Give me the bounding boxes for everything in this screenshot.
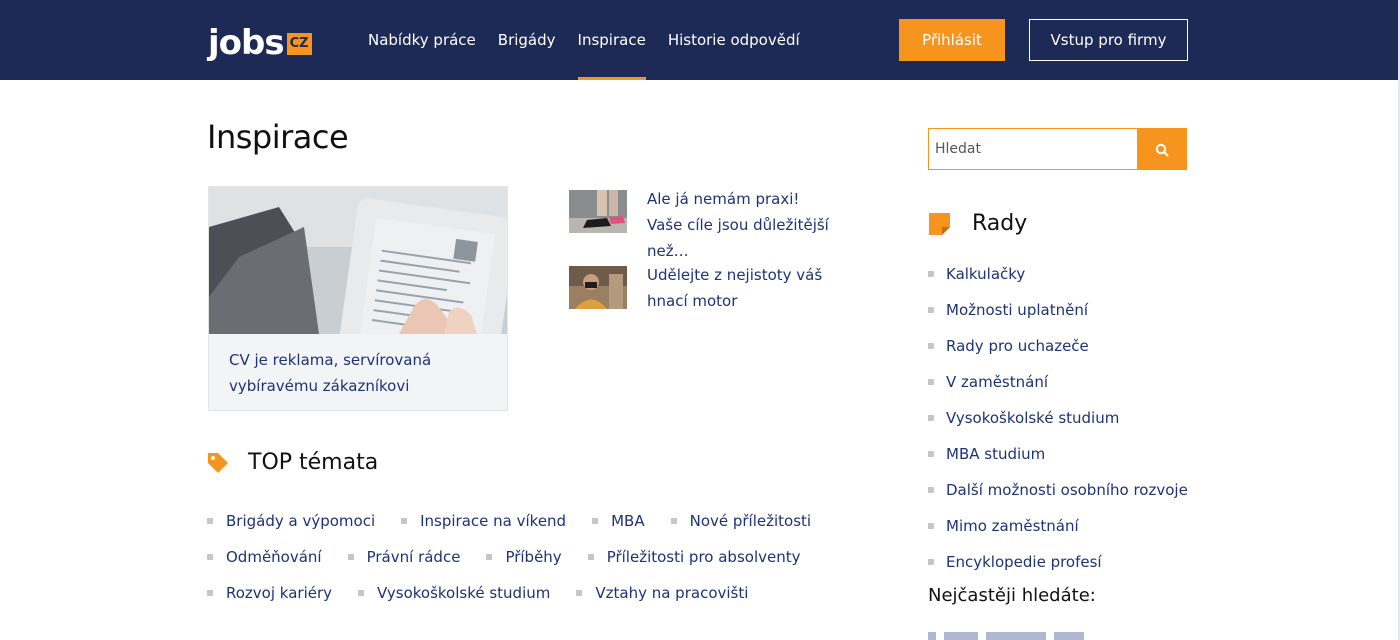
topic-label: Brigády a výpomoci — [226, 512, 376, 530]
main-nav: Nabídky práce Brigády Inspirace Historie… — [368, 0, 822, 80]
topic-label: Právní rádce — [366, 548, 461, 566]
topic-link[interactable]: Odměňování — [207, 548, 322, 566]
nav-item-historie-odpovedi[interactable]: Historie odpovědí — [668, 0, 800, 80]
bullet-icon — [928, 271, 934, 277]
side-article-title[interactable]: Ale já nemám praxi! Vaše cíle jsou důlež… — [647, 186, 837, 264]
bullet-icon — [928, 343, 934, 349]
side-article[interactable]: Ale já nemám praxi! Vaše cíle jsou důlež… — [569, 186, 829, 260]
top-topics-header: TOP témata — [207, 450, 378, 475]
nav-item-nabidky-prace[interactable]: Nabídky práce — [368, 0, 476, 80]
topic-label: Vysokoškolské studium — [377, 584, 551, 602]
search-icon — [1155, 142, 1169, 157]
login-button[interactable]: Přihlásit — [899, 19, 1005, 61]
bullet-icon — [401, 518, 408, 524]
topic-label: Nové příležitosti — [689, 512, 812, 530]
bullet-icon — [592, 518, 599, 524]
featured-article-card[interactable]: CV je reklama, servírovaná vybíravému zá… — [208, 186, 508, 411]
topic-link[interactable]: Inspirace na víkend — [401, 512, 566, 530]
topic-link[interactable]: Příležitosti pro absolventy — [587, 548, 801, 566]
firms-entry-button[interactable]: Vstup pro firmy — [1029, 19, 1188, 61]
top-topics-list: Brigády a výpomoci Inspirace na víkend M… — [207, 503, 847, 611]
rady-item-kalkulacky[interactable]: Kalkulačky — [928, 256, 1188, 292]
nav-item-brigady[interactable]: Brigády — [498, 0, 556, 80]
topic-link[interactable]: Právní rádce — [347, 548, 461, 566]
topic-row: Rozvoj kariéry Vysokoškolské studium Vzt… — [207, 575, 847, 611]
rady-title: Rady — [972, 211, 1028, 236]
rady-item-encyklopedie-profesi[interactable]: Encyklopedie profesí — [928, 544, 1188, 580]
topic-link[interactable]: Nové příležitosti — [670, 512, 812, 530]
rady-item-rady-pro-uchazece[interactable]: Rady pro uchazeče — [928, 328, 1188, 364]
most-searched-list-cutoff — [928, 632, 1084, 640]
rady-item-label: Rady pro uchazeče — [946, 337, 1089, 355]
bullet-icon — [928, 415, 934, 421]
top-navigation-bar: jobs CZ Nabídky práce Brigády Inspirace … — [0, 0, 1398, 80]
search-button[interactable] — [1137, 128, 1187, 170]
rady-icon — [929, 212, 950, 235]
bullet-icon — [207, 518, 213, 524]
topic-row: Brigády a výpomoci Inspirace na víkend M… — [207, 503, 847, 539]
topic-link[interactable]: Brigády a výpomoci — [207, 512, 375, 530]
article-thumbnail — [569, 190, 627, 233]
bullet-icon — [587, 554, 594, 560]
rady-item-label: Možnosti uplatnění — [946, 301, 1088, 319]
rady-item-label: Další možnosti osobního rozvoje — [946, 481, 1188, 499]
bullet-icon — [670, 518, 677, 524]
topic-link[interactable]: MBA — [592, 512, 645, 530]
top-topics-title: TOP témata — [248, 450, 379, 475]
rady-item-v-zamestnani[interactable]: V zaměstnání — [928, 364, 1188, 400]
bullet-icon — [358, 590, 365, 596]
search-bar — [928, 128, 1187, 170]
bullet-icon — [928, 379, 934, 385]
rady-item-moznosti-uplatneni[interactable]: Možnosti uplatnění — [928, 292, 1188, 328]
nav-item-inspirace[interactable]: Inspirace — [577, 0, 647, 80]
bullet-icon — [928, 451, 934, 457]
topic-label: Vztahy na pracovišti — [595, 584, 749, 602]
featured-article-title[interactable]: CV je reklama, servírovaná vybíravému zá… — [229, 347, 489, 399]
bullet-icon — [928, 559, 934, 565]
rady-item-label: Kalkulačky — [946, 265, 1026, 283]
logo-badge: CZ — [286, 33, 312, 55]
bullet-icon — [928, 307, 934, 313]
topic-label: Rozvoj kariéry — [226, 584, 333, 602]
rady-item-mba-studium[interactable]: MBA studium — [928, 436, 1188, 472]
bullet-icon — [928, 523, 934, 529]
bullet-icon — [207, 554, 213, 560]
topic-label: Příběhy — [505, 548, 562, 566]
rady-item-label: Vysokoškolské studium — [946, 409, 1120, 427]
rady-item-mimo-zamestnani[interactable]: Mimo zaměstnání — [928, 508, 1188, 544]
rady-item-label: V zaměstnání — [946, 373, 1049, 391]
topic-link[interactable]: Vysokoškolské studium — [358, 584, 550, 602]
topic-label: MBA — [611, 512, 645, 530]
topic-label: Odměňování — [226, 548, 322, 566]
bullet-icon — [576, 590, 583, 596]
rady-item-label: Mimo zaměstnání — [946, 517, 1079, 535]
rady-item-dalsi-moznosti[interactable]: Další možnosti osobního rozvoje — [928, 472, 1188, 508]
topic-label: Inspirace na víkend — [420, 512, 567, 530]
bullet-icon — [347, 554, 354, 560]
bullet-icon — [207, 590, 213, 596]
side-article-title[interactable]: Udělejte z nejistoty váš hnací motor — [647, 262, 837, 314]
jobs-cz-logo[interactable]: jobs CZ — [208, 20, 312, 60]
featured-article-image — [209, 187, 507, 334]
rady-header: Rady — [929, 211, 1027, 236]
tag-icon — [207, 452, 229, 474]
rady-item-label: MBA studium — [946, 445, 1046, 463]
topic-link[interactable]: Rozvoj kariéry — [207, 584, 332, 602]
topic-row: Odměňování Právní rádce Příběhy Příležit… — [207, 539, 847, 575]
most-searched-title: Nejčastěji hledáte: — [928, 585, 1096, 606]
logo-wordmark: jobs — [208, 23, 285, 63]
bullet-icon — [486, 554, 493, 560]
topic-link[interactable]: Příběhy — [486, 548, 562, 566]
page-title: Inspirace — [207, 118, 349, 156]
article-thumbnail — [569, 266, 627, 309]
search-input[interactable] — [928, 128, 1137, 170]
rady-item-vysokoskolske-studium[interactable]: Vysokoškolské studium — [928, 400, 1188, 436]
rady-item-label: Encyklopedie profesí — [946, 553, 1102, 571]
topic-link[interactable]: Vztahy na pracovišti — [576, 584, 748, 602]
topic-label: Příležitosti pro absolventy — [606, 548, 801, 566]
bullet-icon — [928, 487, 934, 493]
side-article[interactable]: Udělejte z nejistoty váš hnací motor — [569, 262, 829, 312]
rady-list: Kalkulačky Možnosti uplatnění Rady pro u… — [928, 256, 1188, 580]
